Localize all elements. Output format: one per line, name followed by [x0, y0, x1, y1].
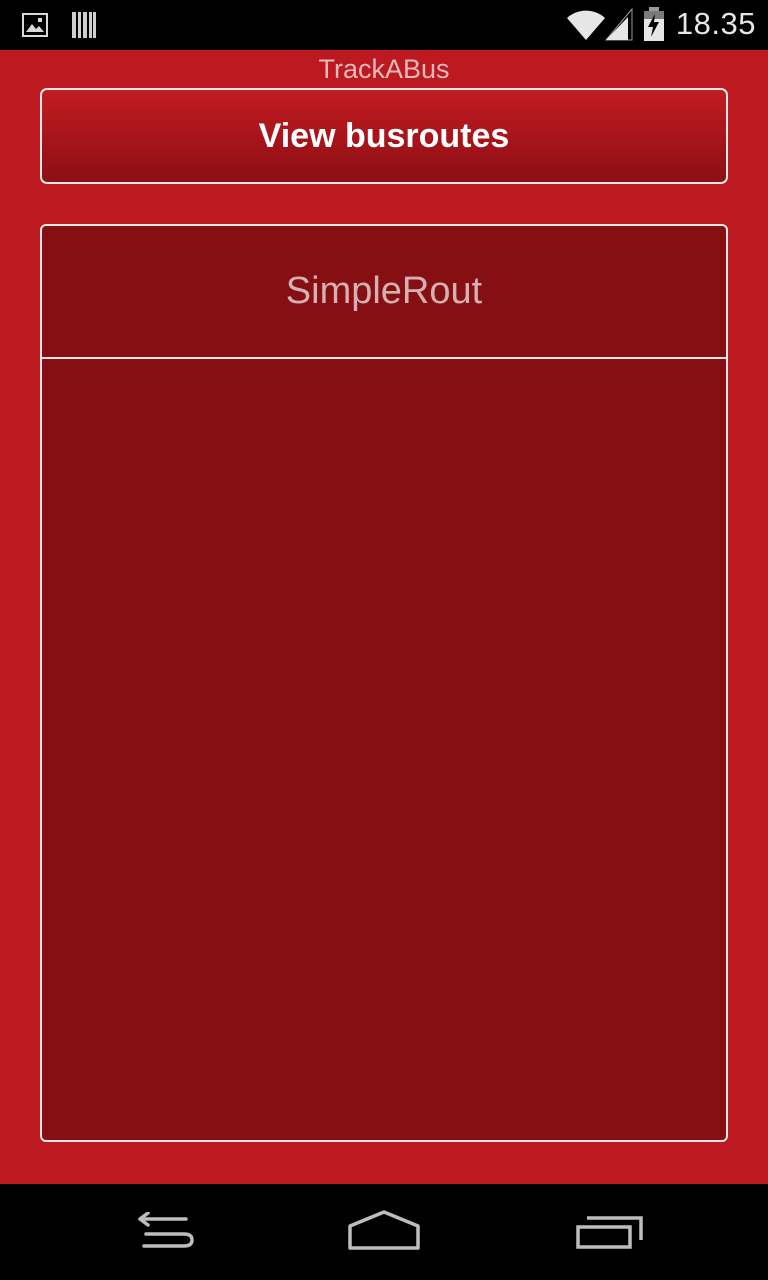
- view-busroutes-button[interactable]: View busroutes: [40, 88, 728, 184]
- back-icon: [126, 1211, 194, 1252]
- back-button[interactable]: [112, 1206, 208, 1258]
- wifi-icon: [566, 9, 606, 45]
- status-time: 18.35: [675, 6, 756, 41]
- route-panel: SimpleRout: [40, 224, 728, 1142]
- home-button[interactable]: [336, 1206, 432, 1258]
- route-list[interactable]: [42, 359, 726, 1140]
- recent-apps-button[interactable]: [562, 1206, 658, 1258]
- signal-icon: [604, 7, 634, 45]
- app-content: TrackABus View busroutes SimpleRout: [0, 50, 768, 1184]
- status-bar: 18.35: [0, 0, 768, 50]
- battery-charging-icon: [642, 6, 666, 46]
- recent-apps-icon: [575, 1210, 645, 1254]
- route-header[interactable]: SimpleRout: [42, 226, 726, 359]
- app-title: TrackABus: [318, 54, 450, 84]
- home-icon: [346, 1210, 422, 1254]
- navigation-bar: [0, 1184, 768, 1280]
- barcode-notification-icon: [71, 11, 97, 43]
- image-notification-icon: [22, 13, 48, 41]
